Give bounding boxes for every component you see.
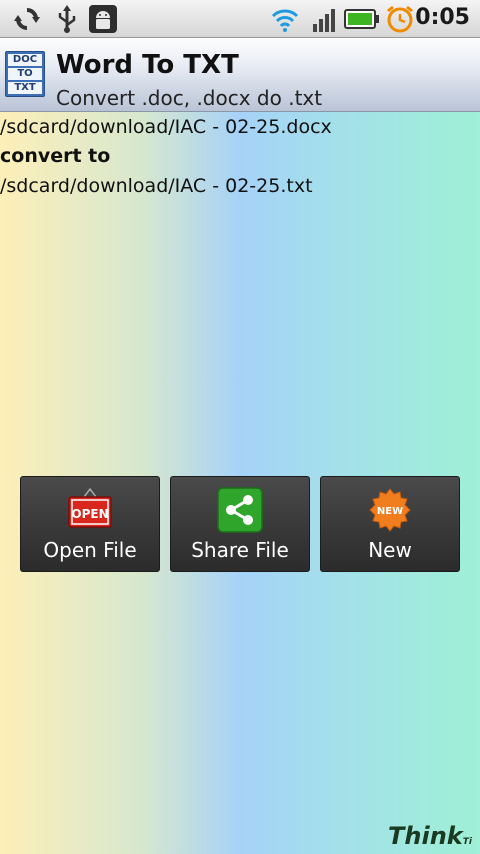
app-icon-line-3: TXT <box>8 82 42 94</box>
open-file-label: Open File <box>43 538 137 562</box>
app-icon-line-2: TO <box>8 68 42 80</box>
battery-icon <box>344 9 379 29</box>
app-title: Word To TXT <box>56 50 239 80</box>
open-sign-icon: OPEN <box>68 487 112 528</box>
logo-text: Think <box>388 822 463 850</box>
new-badge-icon: NEW <box>369 488 411 532</box>
share-file-button[interactable]: Share File <box>170 476 310 572</box>
signal-icon <box>313 9 335 32</box>
logo-suffix: Ti <box>462 837 472 847</box>
status-bar: 0:05 <box>0 0 480 38</box>
new-button[interactable]: NEW New <box>320 476 460 572</box>
app-icon-line-1: DOC <box>8 54 42 66</box>
new-badge-text: NEW <box>377 506 403 517</box>
think-logo: ThinkTi <box>388 822 472 850</box>
open-sign-text: OPEN <box>71 507 108 521</box>
usb-icon <box>58 5 76 33</box>
alarm-icon <box>387 5 413 33</box>
main-content: /sdcard/download/IAC - 02-25.docx conver… <box>0 112 480 854</box>
wifi-icon <box>271 9 299 32</box>
share-file-label: Share File <box>191 538 289 562</box>
app-subtitle: Convert .doc, .docx do .txt <box>56 86 323 110</box>
app-title-bar: DOC TO TXT Word To TXT Convert .doc, .do… <box>0 38 480 112</box>
sync-icon <box>14 8 40 30</box>
android-debug-icon <box>89 5 117 33</box>
source-path: /sdcard/download/IAC - 02-25.docx <box>0 116 332 138</box>
target-path: /sdcard/download/IAC - 02-25.txt <box>0 175 313 197</box>
app-icon: DOC TO TXT <box>5 51 45 97</box>
action-buttons: OPEN Open File Share File NEW New <box>20 476 460 572</box>
convert-to-label: convert to <box>0 145 111 167</box>
status-clock: 0:05 <box>415 5 470 30</box>
open-file-button[interactable]: OPEN Open File <box>20 476 160 572</box>
new-label: New <box>368 538 412 562</box>
share-icon <box>217 487 263 533</box>
